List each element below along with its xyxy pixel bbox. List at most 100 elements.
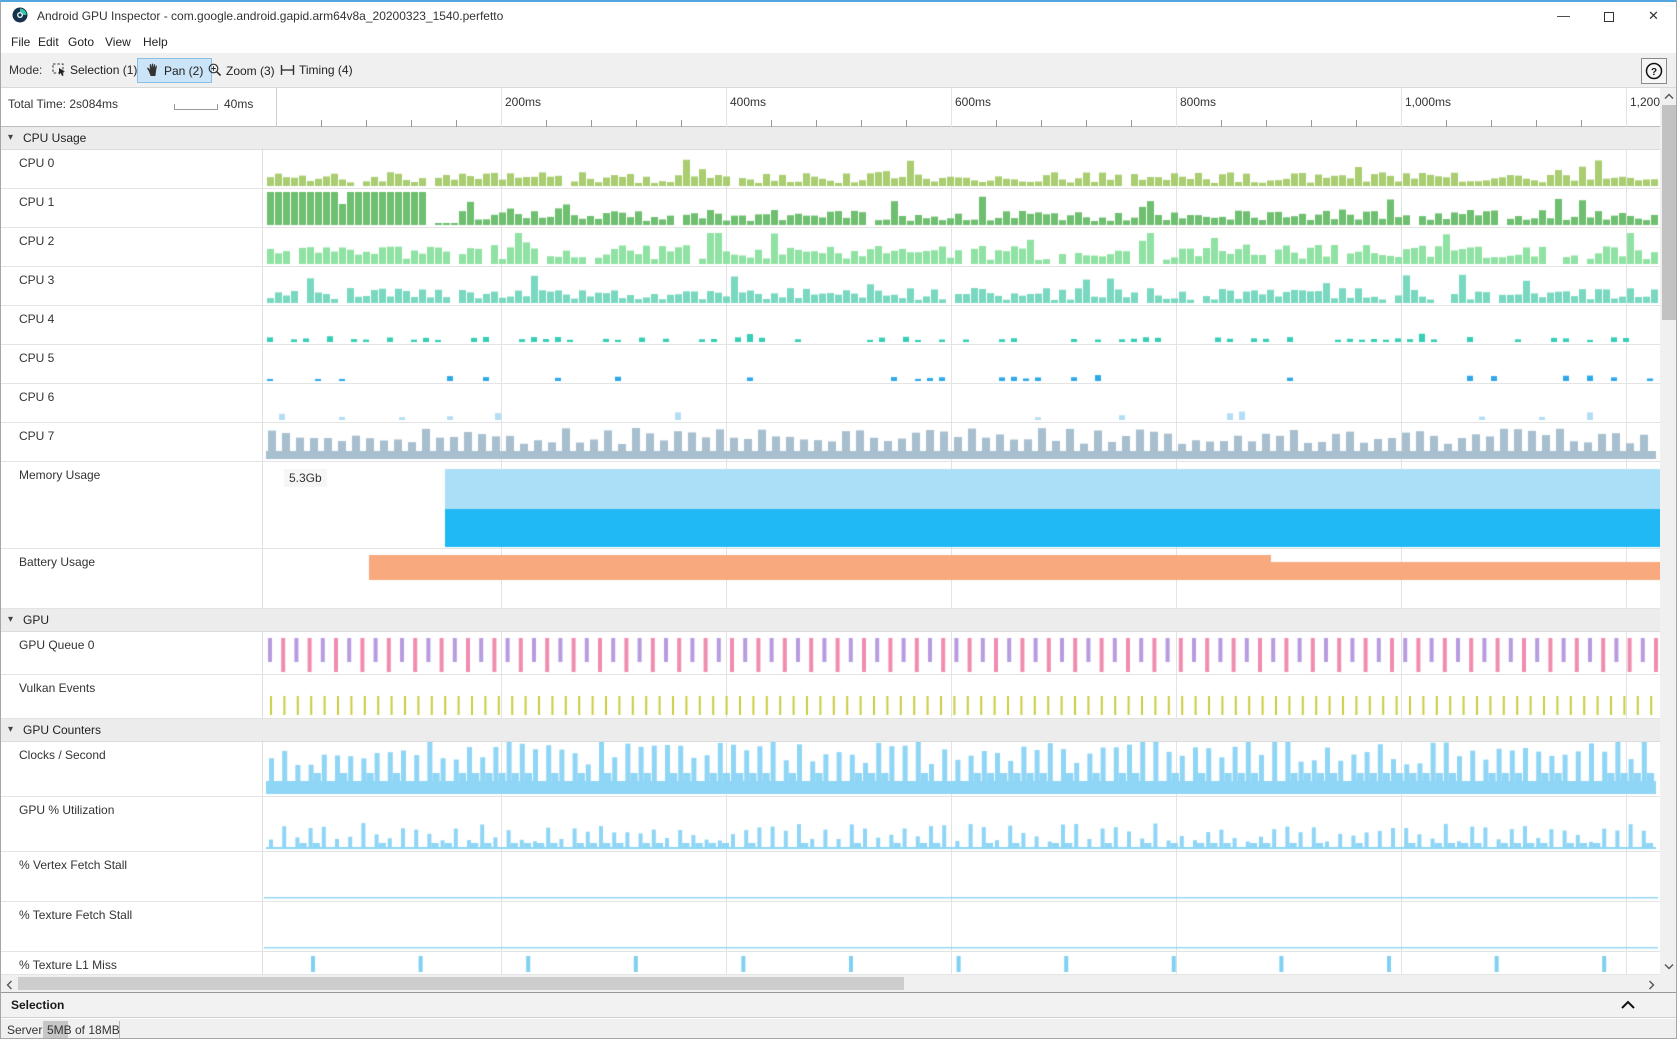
track-chart[interactable] — [262, 852, 1660, 901]
track-chart[interactable] — [262, 345, 1660, 383]
timeline-ruler[interactable]: Total Time: 2s084ms 40ms 200ms400ms600ms… — [1, 88, 1660, 127]
track-chart[interactable] — [262, 952, 1660, 974]
track-label: GPU Queue 0 — [19, 638, 94, 652]
track-chart[interactable] — [262, 462, 1660, 548]
scroll-up-icon[interactable] — [1664, 93, 1674, 100]
track-label: CPU 4 — [19, 312, 54, 326]
status-bar: Server: 5MB of 18MB — [1, 1019, 1676, 1039]
track-row-cpu-7: CPU 7 — [1, 423, 1660, 462]
horizontal-scrollbar[interactable] — [1, 975, 1660, 992]
help-button[interactable]: ? — [1641, 58, 1667, 84]
menu-help[interactable]: Help — [139, 33, 172, 51]
collapse-up-icon[interactable] — [1620, 1000, 1636, 1010]
close-button[interactable]: ✕ — [1631, 2, 1676, 30]
track-row-cpu-4: CPU 4 — [1, 306, 1660, 345]
menu-edit[interactable]: Edit — [34, 33, 63, 51]
scroll-left-icon[interactable] — [6, 980, 13, 990]
vertical-scrollbar-thumb[interactable] — [1662, 105, 1676, 320]
ruler-zero-divider — [276, 88, 277, 127]
track-chart[interactable] — [262, 742, 1660, 796]
track-chart[interactable] — [262, 423, 1660, 461]
scale-bracket-icon — [174, 104, 218, 110]
app-window: Android GPU Inspector - com.google.andro… — [0, 0, 1677, 1039]
track-chart[interactable] — [262, 549, 1660, 608]
server-memory-value: 5MB of 18MB — [47, 1023, 120, 1037]
track-row-cpu-6: CPU 6 — [1, 384, 1660, 423]
menu-file[interactable]: File — [7, 33, 34, 51]
track-chart[interactable] — [262, 306, 1660, 344]
track-label: Clocks / Second — [19, 748, 106, 762]
track-row-gpu-utilization: GPU % Utilization — [1, 797, 1660, 852]
collapse-arrow-icon[interactable]: ▾ — [8, 724, 13, 735]
collapse-arrow-icon[interactable]: ▾ — [8, 614, 13, 625]
scrollbar-corner — [1660, 975, 1677, 992]
track-label: CPU 1 — [19, 195, 54, 209]
section-header-cpu-usage[interactable]: ▾ CPU Usage — [1, 127, 1660, 150]
vertical-scrollbar[interactable] — [1660, 88, 1677, 975]
server-memory-progress: 5MB of 18MB — [43, 1021, 126, 1038]
section-label: GPU — [23, 613, 49, 627]
section-header-gpu-counters[interactable]: ▾ GPU Counters — [1, 719, 1660, 742]
timing-icon — [280, 64, 295, 76]
menu-goto[interactable]: Goto — [64, 33, 98, 51]
scroll-down-icon[interactable] — [1664, 963, 1674, 970]
track-row--texture-l1-miss: % Texture L1 Miss — [1, 952, 1660, 975]
menu-bar: File Edit Goto View Help — [1, 30, 1676, 52]
track-label: Vulkan Events — [19, 681, 95, 695]
pan-icon — [146, 63, 160, 77]
track-chart[interactable] — [262, 189, 1660, 227]
title-bar[interactable]: Android GPU Inspector - com.google.andro… — [1, 2, 1676, 30]
minimize-button[interactable]: — — [1541, 2, 1586, 30]
track-chart[interactable] — [262, 632, 1660, 674]
selection-panel-header[interactable]: Selection — [1, 992, 1676, 1018]
track-label: Battery Usage — [19, 555, 95, 569]
track-row-cpu-5: CPU 5 — [1, 345, 1660, 384]
track-chart[interactable] — [262, 675, 1660, 718]
section-label: GPU Counters — [23, 723, 101, 737]
timeline-tracks: ▾ CPU Usage CPU 0 CPU 1 CPU 2 CPU 3 CPU 4 CPU 5… — [1, 127, 1660, 975]
track-row-cpu-1: CPU 1 — [1, 189, 1660, 228]
track-chart[interactable] — [262, 228, 1660, 266]
track-row--texture-fetch-stall: % Texture Fetch Stall — [1, 902, 1660, 952]
scroll-right-icon[interactable] — [1648, 980, 1655, 990]
collapse-arrow-icon[interactable]: ▾ — [8, 132, 13, 143]
section-label: CPU Usage — [23, 131, 86, 145]
track-chart[interactable] — [262, 267, 1660, 305]
ruler-tick-label: 600ms — [955, 95, 991, 109]
ruler-tick-label: 200ms — [505, 95, 541, 109]
track-label: CPU 2 — [19, 234, 54, 248]
menu-view[interactable]: View — [101, 33, 135, 51]
horizontal-scrollbar-thumb[interactable] — [18, 977, 904, 990]
track-chart[interactable] — [262, 902, 1660, 951]
track-row-memory-usage: Memory Usage5.3Gb — [1, 462, 1660, 549]
track-row-gpu-queue-0: GPU Queue 0 — [1, 632, 1660, 675]
selection-mode-button[interactable]: Selection (1) — [43, 58, 146, 83]
help-icon: ? — [1645, 62, 1663, 80]
track-row-cpu-3: CPU 3 — [1, 267, 1660, 306]
app-logo-icon — [12, 7, 28, 26]
track-row-cpu-0: CPU 0 — [1, 150, 1660, 189]
zoom-icon — [208, 63, 222, 77]
ruler-tick-label: 400ms — [730, 95, 766, 109]
track-chart[interactable] — [262, 797, 1660, 851]
track-row-vulkan-events: Vulkan Events — [1, 675, 1660, 719]
scale-label: 40ms — [224, 97, 253, 111]
track-label: % Vertex Fetch Stall — [19, 858, 127, 872]
track-label: CPU 0 — [19, 156, 54, 170]
maximize-button[interactable] — [1586, 2, 1631, 30]
maximize-icon — [1604, 12, 1614, 22]
mode-label: Mode: — [9, 63, 42, 77]
timing-mode-button[interactable]: Timing (4) — [271, 58, 362, 83]
track-row-clocks-second: Clocks / Second — [1, 742, 1660, 797]
track-chart[interactable] — [262, 384, 1660, 422]
track-label: GPU % Utilization — [19, 803, 114, 817]
track-row--vertex-fetch-stall: % Vertex Fetch Stall — [1, 852, 1660, 902]
track-label: % Texture Fetch Stall — [19, 908, 132, 922]
track-label: CPU 3 — [19, 273, 54, 287]
memory-value-badge: 5.3Gb — [284, 469, 327, 487]
track-chart[interactable] — [262, 150, 1660, 188]
ruler-tick-label: 800ms — [1180, 95, 1216, 109]
section-header-gpu[interactable]: ▾ GPU — [1, 609, 1660, 632]
selection-panel-title: Selection — [11, 998, 64, 1012]
track-label: CPU 7 — [19, 429, 54, 443]
